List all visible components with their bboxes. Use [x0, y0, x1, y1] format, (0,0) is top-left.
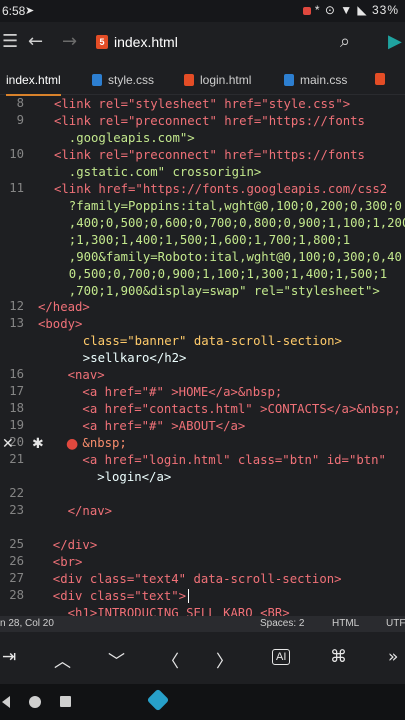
back-arrow-icon[interactable]: ← [28, 31, 43, 52]
recent-apps-icon[interactable] [60, 696, 71, 707]
code-editor[interactable]: 8 9 10 11 12 13 16 17 18 19 20 21 22 23 … [0, 96, 405, 616]
editor-status-bar: n 28, Col 20 Spaces: 2 HTML UTF [0, 616, 405, 632]
html-file-icon [375, 73, 385, 85]
code-line: ,400;0,500;0,600;0,700;0,800;0,900;1,100… [54, 216, 405, 230]
arrow-left-icon[interactable]: 〈 [162, 647, 179, 672]
line-number: 23 [9, 503, 24, 517]
line-number: 10 [9, 147, 24, 161]
record-icon[interactable]: ● [66, 436, 78, 452]
command-key-icon[interactable]: ⌘ [330, 647, 347, 667]
tab-label: main.css [300, 73, 348, 87]
code-line: <div class="text4" data-scroll-section> [38, 572, 342, 586]
language-mode[interactable]: HTML [332, 618, 359, 629]
tab-key-icon[interactable]: ⇥ [2, 647, 16, 667]
code-line: .googleapis.com"> [54, 131, 195, 145]
tab-style-css[interactable]: style.css [92, 73, 154, 87]
code-line: 0,500;0,700;0,900;1,100;1,300;1,400;1,50… [54, 267, 388, 281]
line-number: 17 [9, 384, 24, 398]
system-nav-bar [0, 684, 405, 720]
line-number: 27 [9, 571, 24, 585]
code-line: ;1,300;1,400;1,500;1,600;1,700;1,800;1 [54, 233, 351, 247]
status-bar: 6:58 ➤ * ⊙ ▼ ◣ 33% [0, 0, 405, 22]
cursor-position[interactable]: n 28, Col 20 [0, 618, 54, 629]
line-number: 13 [9, 316, 24, 330]
forward-arrow-icon[interactable]: → [62, 31, 77, 52]
tab-label: index.html [6, 73, 61, 87]
code-area[interactable]: <link rel="stylesheet" href="style.css">… [38, 96, 405, 616]
code-line: </head> [38, 300, 90, 314]
line-number: 11 [9, 181, 24, 195]
ai-button[interactable]: AI [272, 649, 291, 665]
tab-index-html[interactable]: index.html [6, 73, 61, 96]
status-icons-text: * ⊙ ▼ ◣ 33% [314, 3, 399, 17]
code-line: class="banner" data-scroll-section> [68, 334, 342, 348]
line-number: 12 [9, 299, 24, 313]
search-icon[interactable]: ⌕ [340, 31, 350, 52]
code-line: <link rel="stylesheet" href="style.css"> [54, 97, 351, 111]
line-number: 9 [16, 113, 24, 127]
code-line: <h1>INTRODUCING SELL KARO <BR> [38, 606, 290, 616]
code-line: <nav> [38, 368, 105, 382]
line-number: 26 [9, 554, 24, 568]
arrow-up-icon[interactable]: ︿ [54, 647, 71, 672]
tab-label: style.css [108, 73, 155, 87]
html-file-icon [184, 74, 194, 86]
gear-icon[interactable]: ✱ [32, 436, 44, 452]
status-icons: * ⊙ ▼ ◣ 33% [302, 3, 399, 17]
code-line: <a href="#" >HOME</a>&nbsp; [38, 385, 283, 399]
code-line: <body> [38, 317, 83, 331]
tab-overflow[interactable] [375, 73, 385, 85]
app-shortcut-icon[interactable] [146, 688, 170, 712]
code-line: </div> [38, 538, 98, 552]
telegram-icon: ➤ [25, 5, 35, 17]
arrow-right-icon[interactable]: 〉 [216, 647, 233, 672]
encoding[interactable]: UTF [386, 618, 405, 629]
line-number-gutter: 8 9 10 11 12 13 16 17 18 19 20 21 22 23 … [0, 96, 30, 616]
code-line: <link rel="preconnect" href="https://fon… [54, 114, 365, 128]
line-number: 28 [9, 588, 24, 602]
code-line: .gstatic.com" crossorigin> [54, 165, 262, 179]
code-line: ?family=Poppins:ital,wght@0,100;0,200;0,… [54, 199, 402, 213]
line-number: 8 [16, 96, 24, 110]
find-bar: ✕ ✱ ● [0, 436, 405, 456]
code-line: <a href="contacts.html" >CONTACTS</a>&nb… [38, 402, 401, 416]
code-line: <br> [38, 555, 83, 569]
text-cursor [188, 589, 189, 603]
clock: 6:58 [2, 4, 26, 18]
file-tabs: index.html style.css login.html main.css [0, 66, 405, 96]
line-number: 22 [9, 486, 24, 500]
file-title: 5 index.html [96, 34, 178, 50]
code-line: <a href="#" >ABOUT</a> [38, 419, 246, 433]
back-icon[interactable] [2, 696, 10, 708]
code-line: >sellkaro</h2> [68, 351, 187, 365]
extra-keys-bar: ⇥ ︿ ﹀ 〈 〉 AI ⌘ » [0, 640, 405, 676]
record-indicator-icon [302, 6, 311, 15]
line-number: 25 [9, 537, 24, 551]
line-number: 19 [9, 418, 24, 432]
code-line: >login</a> [38, 470, 172, 484]
more-keys-icon[interactable]: » [388, 647, 398, 667]
editor-toolbar: ☰ ← → 5 index.html ⌕ ▶ [0, 22, 405, 66]
code-line: <link rel="preconnect" href="https://fon… [54, 148, 365, 162]
line-number: 18 [9, 401, 24, 415]
code-line: <link href="https://fonts.googleapis.com… [54, 182, 388, 196]
code-line: ,900&family=Roboto:ital,wght@0,100;0,300… [54, 250, 402, 264]
tab-main-css[interactable]: main.css [284, 73, 347, 87]
home-icon[interactable] [29, 696, 41, 708]
run-icon[interactable]: ▶ [388, 31, 402, 52]
close-icon[interactable]: ✕ [2, 436, 14, 452]
css-file-icon [92, 74, 102, 86]
file-title-text: index.html [114, 34, 178, 50]
arrow-down-icon[interactable]: ﹀ [108, 647, 125, 672]
css-file-icon [284, 74, 294, 86]
code-line: ,700;1,900&display=swap" rel="stylesheet… [54, 284, 380, 298]
code-line: </nav> [38, 504, 113, 518]
tab-label: login.html [200, 73, 252, 87]
line-number: 16 [9, 367, 24, 381]
tab-login-html[interactable]: login.html [184, 73, 251, 87]
code-line: <div class="text"> [38, 589, 187, 603]
html-file-icon: 5 [96, 35, 108, 49]
menu-icon[interactable]: ☰ [2, 31, 18, 52]
indentation-setting[interactable]: Spaces: 2 [260, 618, 304, 629]
